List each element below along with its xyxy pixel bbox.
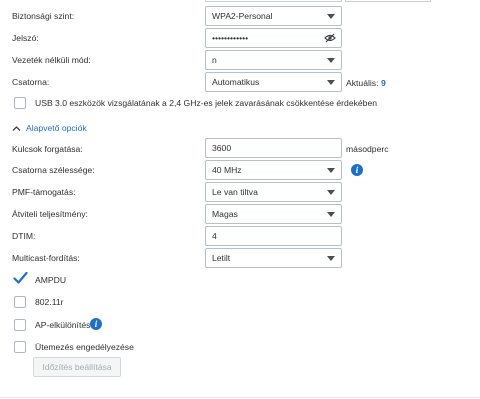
80211r-label: 802.11r — [35, 297, 64, 307]
chevron-down-icon — [327, 190, 335, 195]
80211r-checkbox[interactable] — [14, 296, 26, 308]
key-rotation-value: 3600 — [212, 143, 232, 153]
channel-width-value: 40 MHz — [212, 165, 242, 175]
chevron-down-icon — [327, 58, 335, 63]
transmit-power-select[interactable]: Magas — [205, 204, 342, 224]
channel-value: Automatikus — [212, 77, 260, 87]
channel-label: Csatorna: — [12, 77, 50, 87]
multicast-value: Letilt — [212, 253, 231, 263]
password-label: Jelszó: — [12, 33, 39, 43]
schedule-checkbox[interactable] — [14, 341, 26, 353]
channel-select[interactable]: Automatikus — [205, 72, 342, 92]
info-icon[interactable]: i — [351, 164, 363, 176]
top-field-fragment-right — [345, 0, 431, 2]
password-field[interactable]: •••••••••••• — [205, 28, 342, 48]
security-level-value: WPA2-Personal — [212, 11, 273, 21]
current-channel-value: 9 — [381, 78, 386, 88]
dtim-label: DTIM: — [12, 231, 36, 241]
security-level-select[interactable]: WPA2-Personal — [205, 6, 342, 26]
pmf-value: Le van tiltva — [212, 187, 258, 197]
channel-width-label: Csatorna szélessége: — [12, 165, 95, 175]
checkmark-icon — [13, 271, 28, 284]
ampdu-label: AMPDU — [35, 275, 67, 285]
wireless-mode-select[interactable]: n — [205, 50, 342, 70]
schedule-settings-button[interactable]: Időzítés beállítása — [33, 357, 121, 377]
advanced-options-toggle[interactable]: Alapvető opciók — [12, 122, 87, 134]
security-level-label: Biztonsági szint: — [12, 11, 75, 21]
wireless-mode-value: n — [212, 55, 217, 65]
divider — [0, 397, 480, 398]
dtim-value: 4 — [212, 231, 217, 241]
usb-interference-checkbox[interactable] — [14, 97, 26, 109]
chevron-down-icon — [327, 14, 335, 19]
password-value: •••••••••••• — [212, 33, 249, 43]
key-rotation-label: Kulcsok forgatása: — [12, 144, 83, 154]
current-channel-label: Aktuális: — [346, 78, 379, 88]
key-rotation-input[interactable]: 3600 — [205, 138, 342, 158]
dtim-input[interactable]: 4 — [205, 226, 342, 246]
top-field-fragment — [205, 0, 342, 2]
chevron-down-icon — [327, 212, 335, 217]
ampdu-checkbox[interactable] — [13, 271, 28, 286]
usb-interference-label: USB 3.0 eszközök vizsgálatának a 2,4 GHz… — [35, 98, 378, 108]
eye-hidden-icon[interactable] — [324, 33, 336, 43]
schedule-label: Ütemezés engedélyezése — [35, 342, 134, 352]
ap-isolation-checkbox[interactable] — [14, 319, 26, 331]
key-rotation-unit: másodperc — [346, 144, 389, 154]
info-icon[interactable]: i — [90, 318, 102, 330]
advanced-options-label: Alapvető opciók — [26, 123, 87, 133]
multicast-select[interactable]: Letilt — [205, 248, 342, 268]
pmf-label: PMF-támogatás: — [12, 187, 76, 197]
pmf-select[interactable]: Le van tiltva — [205, 182, 342, 202]
transmit-power-label: Átviteli teljesítmény: — [12, 209, 88, 219]
chevron-down-icon — [327, 168, 335, 173]
wireless-mode-label: Vezeték nélküli mód: — [12, 55, 91, 65]
channel-width-select[interactable]: 40 MHz — [205, 160, 342, 180]
multicast-label: Multicast-fordítás: — [12, 253, 80, 263]
chevron-down-icon — [327, 256, 335, 261]
chevron-down-icon — [327, 80, 335, 85]
chevron-up-icon — [12, 126, 21, 132]
ap-isolation-label: AP-elkülönítés — [35, 320, 91, 330]
transmit-power-value: Magas — [212, 209, 238, 219]
